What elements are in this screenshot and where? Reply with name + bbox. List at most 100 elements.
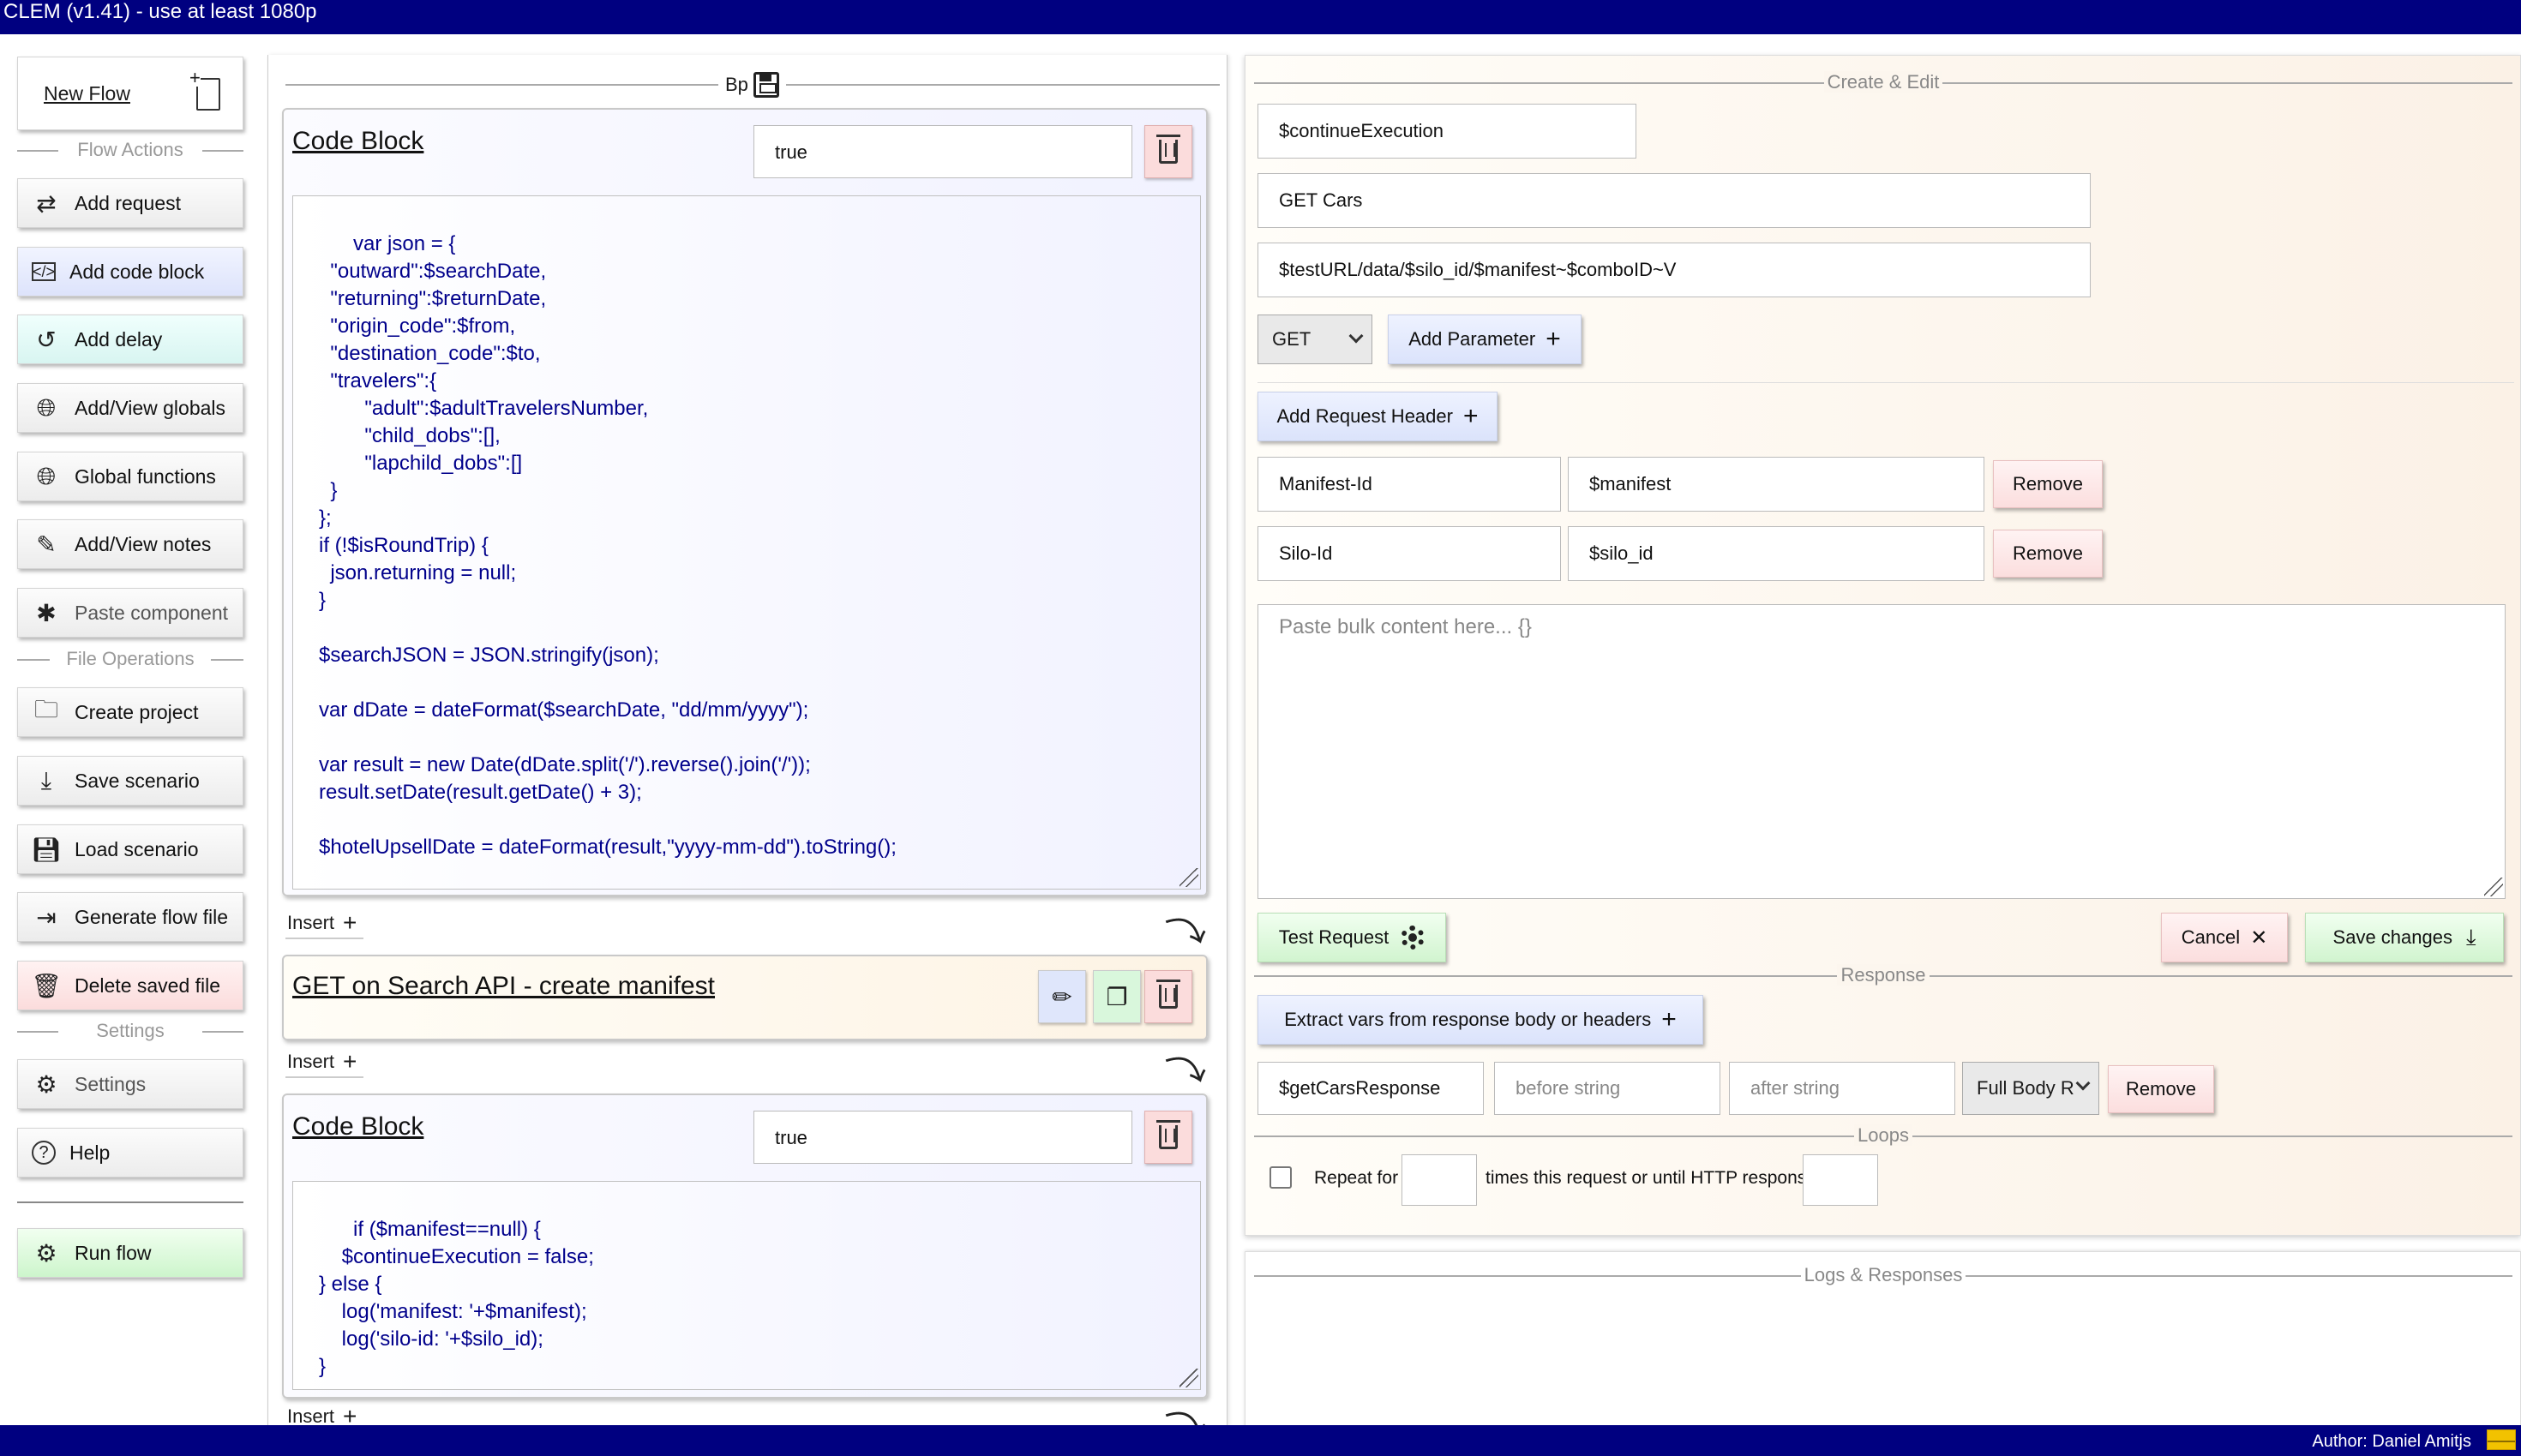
before-string-input[interactable]: before string <box>1494 1062 1720 1115</box>
save-flow-icon[interactable] <box>753 72 779 98</box>
add-view-globals-button[interactable]: 🌐︎ Add/View globals <box>17 383 243 433</box>
test-request-button[interactable]: Test Request <box>1257 913 1446 962</box>
block-title[interactable]: Code Block <box>292 127 423 156</box>
bulk-placeholder: Paste bulk content here... {} <box>1279 615 1532 638</box>
window-title-bar: CLEM (v1.41) - use at least 1080p <box>0 0 2521 34</box>
plus-icon: + <box>343 1048 357 1075</box>
code-block-card[interactable]: Code Block true if ($manifest==null) { $… <box>282 1093 1208 1399</box>
sidebar-divider <box>17 1201 243 1203</box>
file-operations-heading: File Operations <box>17 648 243 670</box>
delete-block-button[interactable] <box>1144 970 1192 1023</box>
mail-icon[interactable] <box>2487 1429 2516 1450</box>
header-value-input[interactable]: $manifest <box>1568 457 1984 512</box>
block-title[interactable]: GET on Search API - create manifest <box>292 972 715 1001</box>
new-flow-button[interactable]: New Flow <box>17 57 243 130</box>
bulk-content-textarea[interactable]: Paste bulk content here... {} <box>1257 604 2506 899</box>
code-block-card[interactable]: Code Block true var json = { "outward":$… <box>282 108 1208 896</box>
delete-saved-file-button[interactable]: 🗑︎ Delete saved file <box>17 961 243 1010</box>
settings-button[interactable]: ⚙︎ Settings <box>17 1059 243 1109</box>
request-block-card[interactable]: GET on Search API - create manifest ✏︎ ❐ <box>282 955 1208 1040</box>
copy-icon: ❐ <box>1106 983 1128 1010</box>
plus-icon: + <box>1462 402 1479 430</box>
request-name-input[interactable]: GET Cars <box>1257 173 2091 228</box>
resize-handle[interactable] <box>1179 1369 1198 1387</box>
repeat-count-input[interactable] <box>1402 1154 1477 1206</box>
edit-block-button[interactable]: ✏︎ <box>1038 970 1086 1023</box>
delete-block-button[interactable] <box>1144 1111 1192 1164</box>
resize-handle[interactable] <box>2484 878 2503 896</box>
insert-button[interactable]: Insert + <box>287 1405 357 1427</box>
cancel-button[interactable]: Cancel ✕ <box>2161 913 2288 962</box>
repeat-for-label: Repeat for <box>1314 1168 1399 1188</box>
swap-arrows-icon: ⇄ <box>36 189 57 217</box>
settings-heading: Settings <box>17 1020 243 1042</box>
method-select[interactable]: GET <box>1257 315 1372 364</box>
add-parameter-button[interactable]: Add Parameter + <box>1388 315 1582 364</box>
divider <box>1257 382 2514 383</box>
chevron-down-icon <box>1348 328 1364 344</box>
load-scenario-button[interactable]: 💾︎ Load scenario <box>17 824 243 874</box>
download-icon: ⤓ <box>40 766 52 794</box>
insert-button[interactable]: Insert + <box>285 1048 364 1078</box>
remove-header-button[interactable]: Remove <box>1993 460 2103 508</box>
floppy-disk-icon: 💾︎ <box>31 836 62 863</box>
globe-icon: 🌐︎ <box>36 393 57 421</box>
extract-vars-button[interactable]: Extract vars from response body or heade… <box>1257 995 1703 1045</box>
request-editor: Create & Edit $continueExecution GET Car… <box>1245 55 2521 1236</box>
remove-extract-button[interactable]: Remove <box>2108 1065 2214 1113</box>
help-circle-icon: ? <box>32 1141 56 1165</box>
header-value-input[interactable]: $silo_id <box>1568 526 1984 581</box>
help-button[interactable]: ? Help <box>17 1128 243 1177</box>
code-editor[interactable]: if ($manifest==null) { $continueExecutio… <box>292 1181 1201 1390</box>
sidebar: New Flow Flow Actions ⇄ Add request </> … <box>0 34 257 1423</box>
trash-icon <box>1156 980 1180 1009</box>
header-key-input[interactable]: Manifest-Id <box>1257 457 1561 512</box>
pencil-icon: ✏︎ <box>1052 983 1072 1010</box>
response-heading: Response <box>1254 964 2512 986</box>
paste-component-button[interactable]: ✱ Paste component <box>17 588 243 638</box>
add-request-header-button[interactable]: Add Request Header + <box>1257 392 1498 441</box>
save-scenario-button[interactable]: ⤓ Save scenario <box>17 756 243 806</box>
logs-panel: Logs & Responses <box>1245 1251 2521 1431</box>
global-functions-button[interactable]: 🌐︎ Global functions <box>17 452 243 501</box>
save-download-icon: ⤓ <box>2465 924 2476 950</box>
puzzle-icon: ✱ <box>36 599 57 626</box>
history-icon: ↺ <box>36 326 57 353</box>
plus-icon: + <box>343 909 357 936</box>
http-status-input[interactable] <box>1803 1154 1878 1206</box>
chevron-down-icon <box>2075 1076 2091 1091</box>
flow-arrow-icon: ⤵ <box>1163 907 1211 957</box>
code-editor[interactable]: var json = { "outward":$searchDate, "ret… <box>292 195 1201 890</box>
repeat-checkbox[interactable] <box>1270 1166 1292 1189</box>
block-title[interactable]: Code Block <box>292 1112 423 1141</box>
block-condition-input[interactable]: true <box>753 125 1132 178</box>
extract-var-name-input[interactable]: $getCarsResponse <box>1257 1062 1484 1115</box>
create-edit-heading: Create & Edit <box>1254 71 2512 93</box>
extract-source-select[interactable]: Full Body R <box>1962 1062 2099 1115</box>
after-string-input[interactable]: after string <box>1729 1062 1955 1115</box>
run-flow-button[interactable]: ⚙ Run flow <box>17 1228 243 1278</box>
plus-icon: + <box>1661 1005 1677 1034</box>
generate-flow-file-button[interactable]: ⇥ Generate flow file <box>17 892 243 942</box>
add-code-block-button[interactable]: </> Add code block <box>17 247 243 297</box>
gear-icon <box>1401 926 1426 950</box>
delete-block-button[interactable] <box>1144 125 1192 178</box>
add-request-button[interactable]: ⇄ Add request <box>17 178 243 228</box>
add-delay-button[interactable]: ↺ Add delay <box>17 315 243 364</box>
create-project-button[interactable]: 🗀︎ Create project <box>17 687 243 737</box>
add-view-notes-button[interactable]: ✎ Add/View notes <box>17 519 243 569</box>
folder-add-icon: 🗀︎ <box>33 696 58 722</box>
resize-handle[interactable] <box>1179 868 1198 887</box>
flow-panel: Bp Code Block true var json = { "outward… <box>267 55 1227 1426</box>
new-flow-label: New Flow <box>44 81 130 105</box>
copy-block-button[interactable]: ❐ <box>1093 970 1141 1023</box>
repeat-suffix-label: times this request or until HTTP respons… <box>1486 1168 1834 1188</box>
block-condition-input[interactable]: true <box>753 1111 1132 1164</box>
url-input[interactable]: $testURL/data/$silo_id/$manifest~$comboI… <box>1257 243 2091 297</box>
edit-note-icon: ✎ <box>36 530 57 558</box>
header-key-input[interactable]: Silo-Id <box>1257 526 1561 581</box>
save-changes-button[interactable]: Save changes ⤓ <box>2305 913 2504 962</box>
insert-button[interactable]: Insert + <box>285 909 364 939</box>
condition-input[interactable]: $continueExecution <box>1257 104 1636 159</box>
remove-header-button[interactable]: Remove <box>1993 530 2103 578</box>
